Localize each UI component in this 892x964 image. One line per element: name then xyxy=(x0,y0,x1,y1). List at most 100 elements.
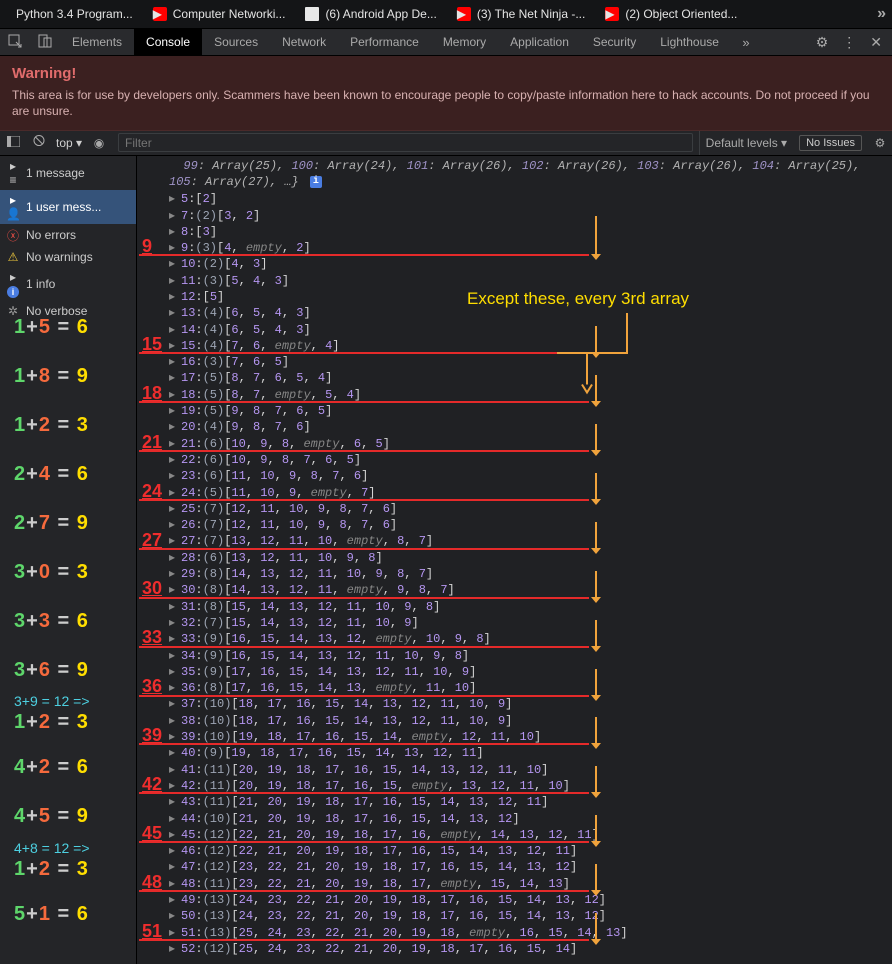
console-row[interactable]: ▸50: (13) [24, 23, 22, 21, 20, 19, 18, 1… xyxy=(169,908,892,924)
console-row[interactable]: ▸52: (12) [25, 24, 23, 22, 21, 20, 19, 1… xyxy=(169,941,892,957)
info-badge-icon[interactable]: i xyxy=(310,176,322,188)
console-row[interactable]: ▸17: (5) [8, 7, 6, 5, 4] xyxy=(169,370,892,386)
console-row[interactable]: ▸37: (10) [18, 17, 16, 15, 14, 13, 12, 1… xyxy=(169,696,892,712)
console-row[interactable]: ▸32: (7) [15, 14, 13, 12, 11, 10, 9] xyxy=(169,615,892,631)
console-row[interactable]: ▸51: (13) [25, 24, 23, 22, 21, 20, 19, 1… xyxy=(169,925,892,941)
panel-tab-elements[interactable]: Elements xyxy=(60,29,134,55)
console-row[interactable]: ▸23: (6) [11, 10, 9, 8, 7, 6] xyxy=(169,468,892,484)
issues-button[interactable]: No Issues xyxy=(799,135,862,151)
console-row[interactable]: ▸12: [5] xyxy=(169,289,892,305)
console-row[interactable]: ▸20: (4) [9, 8, 7, 6] xyxy=(169,419,892,435)
console-row[interactable]: ▸9: (3) [4, empty, 2] xyxy=(169,240,892,256)
console-row[interactable]: ▸22: (6) [10, 9, 8, 7, 6, 5] xyxy=(169,452,892,468)
user-message-icon: ▸ 👤 xyxy=(6,193,20,221)
sidebar-label: 1 user mess... xyxy=(26,200,101,214)
sidebar-toggle-icon[interactable] xyxy=(0,136,26,150)
gear-icon[interactable]: ⚙ xyxy=(816,34,829,51)
panel-tab-network[interactable]: Network xyxy=(270,29,338,55)
browser-tab[interactable]: Python 3.4 Program... xyxy=(6,7,143,21)
console-row[interactable]: ▸43: (11) [21, 20, 19, 18, 17, 16, 15, 1… xyxy=(169,794,892,810)
console-row[interactable]: ▸10: (2) [4, 3] xyxy=(169,256,892,272)
panel-overflow-icon[interactable]: » xyxy=(731,35,761,50)
browser-tab[interactable]: (6) Android App De... xyxy=(295,7,446,21)
console-row[interactable]: ▸44: (10) [21, 20, 19, 18, 17, 16, 15, 1… xyxy=(169,811,892,827)
console-row[interactable]: ▸33: (9) [16, 15, 14, 13, 12, empty, 10,… xyxy=(169,631,892,647)
context-selector[interactable]: top ▾ xyxy=(52,136,86,150)
console-row[interactable]: ▸24: (5) [11, 10, 9, empty, 7] xyxy=(169,485,892,501)
console-row[interactable]: ▸29: (8) [14, 13, 12, 11, 10, 9, 8, 7] xyxy=(169,566,892,582)
console-row[interactable]: ▸7: (2) [3, 2] xyxy=(169,208,892,224)
panel-tab-performance[interactable]: Performance xyxy=(338,29,431,55)
console-row[interactable]: ▸38: (10) [18, 17, 16, 15, 14, 13, 12, 1… xyxy=(169,713,892,729)
panel-tab-console[interactable]: Console xyxy=(134,29,202,55)
equation-annotation: 1+2 = 3 xyxy=(14,711,89,734)
panel-tab-memory[interactable]: Memory xyxy=(431,29,498,55)
equation-annotation: 1+2 = 3 xyxy=(14,858,89,881)
equation-annotation: 4+2 = 6 xyxy=(14,756,89,779)
console-row[interactable]: ▸27: (7) [13, 12, 11, 10, empty, 8, 7] xyxy=(169,533,892,549)
sidebar-row[interactable]: ⓧNo errors xyxy=(0,224,136,247)
info-icon: ▸ i xyxy=(6,270,20,298)
close-icon[interactable]: ✕ xyxy=(870,34,882,51)
console-row[interactable]: ▸14: (4) [6, 5, 4, 3] xyxy=(169,322,892,338)
sidebar-row[interactable]: ▸ i1 info xyxy=(0,267,136,301)
console-row[interactable]: ▸11: (3) [5, 4, 3] xyxy=(169,273,892,289)
console-row[interactable]: ▸25: (7) [12, 11, 10, 9, 8, 7, 6] xyxy=(169,501,892,517)
console-row[interactable]: ▸35: (9) [17, 16, 15, 14, 13, 12, 11, 10… xyxy=(169,664,892,680)
filter-input[interactable] xyxy=(118,133,693,152)
console-row[interactable]: ▸5: [2] xyxy=(169,191,892,207)
object-header: 99: Array(25), 100: Array(24), 101: Arra… xyxy=(169,156,892,192)
equation-annotation: 2+7 = 9 xyxy=(14,512,89,535)
levels-dropdown[interactable]: Default levels ▾ xyxy=(699,131,793,155)
sidebar-row[interactable]: ⚠No warnings xyxy=(0,247,136,267)
sidebar-row[interactable]: ▸ ≡1 message xyxy=(0,156,136,190)
console-row[interactable]: ▸30: (8) [14, 13, 12, 11, empty, 9, 8, 7… xyxy=(169,582,892,598)
equation-annotation: 5+1 = 6 xyxy=(14,903,89,926)
console-rows: ▸5: [2]▸7: (2) [3, 2]▸8: [3]▸9: (3) [4, … xyxy=(169,191,892,957)
sidebar-row[interactable]: ▸ 👤 1 user mess... xyxy=(0,190,136,224)
clear-console-icon[interactable]: 🛇 xyxy=(26,132,52,153)
console-row[interactable]: ▸26: (7) [12, 11, 10, 9, 8, 7, 6] xyxy=(169,517,892,533)
console-row[interactable]: ▸28: (6) [13, 12, 11, 10, 9, 8] xyxy=(169,550,892,566)
console-row[interactable]: ▸40: (9) [19, 18, 17, 16, 15, 14, 13, 12… xyxy=(169,745,892,761)
console-row[interactable]: ▸15: (4) [7, 6, empty, 4] xyxy=(169,338,892,354)
device-toggle-icon[interactable] xyxy=(30,34,60,51)
console-row[interactable]: ▸46: (12) [22, 21, 20, 19, 18, 17, 16, 1… xyxy=(169,843,892,859)
console-row[interactable]: ▸34: (9) [16, 15, 14, 13, 12, 11, 10, 9,… xyxy=(169,648,892,664)
equation-annotation: 3+6 = 9 xyxy=(14,659,89,682)
panel-tab-sources[interactable]: Sources xyxy=(202,29,270,55)
tab-label: (2) Object Oriented... xyxy=(625,7,737,21)
console-row[interactable]: ▸21: (6) [10, 9, 8, empty, 6, 5] xyxy=(169,436,892,452)
console-row[interactable]: ▸48: (11) [23, 22, 21, 20, 19, 18, 17, e… xyxy=(169,876,892,892)
more-icon[interactable]: ⋮ xyxy=(842,34,856,51)
console-row[interactable]: ▸8: [3] xyxy=(169,224,892,240)
tabs-overflow-icon[interactable]: » xyxy=(877,5,886,23)
panel-tab-application[interactable]: Application xyxy=(498,29,581,55)
browser-tab[interactable]: ▶Computer Networki... xyxy=(143,7,296,21)
console-row[interactable]: ▸31: (8) [15, 14, 13, 12, 11, 10, 9, 8] xyxy=(169,599,892,615)
inspect-icon[interactable] xyxy=(0,34,30,51)
console-row[interactable]: ▸42: (11) [20, 19, 18, 17, 16, 15, empty… xyxy=(169,778,892,794)
console-row[interactable]: ▸13: (4) [6, 5, 4, 3] xyxy=(169,305,892,321)
warning-body: This area is for use by developers only.… xyxy=(12,87,880,119)
console-row[interactable]: ▸41: (11) [20, 19, 18, 17, 16, 15, 14, 1… xyxy=(169,762,892,778)
message-icon: ▸ ≡ xyxy=(6,159,20,187)
console-row[interactable]: ▸19: (5) [9, 8, 7, 6, 5] xyxy=(169,403,892,419)
console-row[interactable]: ▸18: (5) [8, 7, empty, 5, 4] xyxy=(169,387,892,403)
equation-annotation: 3+0 = 3 xyxy=(14,561,89,584)
console-row[interactable]: ▸16: (3) [7, 6, 5] xyxy=(169,354,892,370)
browser-tab[interactable]: ▶(3) The Net Ninja -... xyxy=(447,7,595,21)
panel-tab-security[interactable]: Security xyxy=(581,29,648,55)
console-row[interactable]: ▸39: (10) [19, 18, 17, 16, 15, 14, empty… xyxy=(169,729,892,745)
console-row[interactable]: ▸36: (8) [17, 16, 15, 14, 13, empty, 11,… xyxy=(169,680,892,696)
console-row[interactable]: ▸49: (13) [24, 23, 22, 21, 20, 19, 18, 1… xyxy=(169,892,892,908)
browser-tab[interactable]: ▶(2) Object Oriented... xyxy=(595,7,747,21)
equation-annotation: 1+8 = 9 xyxy=(14,365,89,388)
console-row[interactable]: ▸47: (12) [23, 22, 21, 20, 19, 18, 17, 1… xyxy=(169,859,892,875)
console-settings-icon[interactable]: ⚙ xyxy=(868,136,892,150)
tab-label: (3) The Net Ninja -... xyxy=(477,7,585,21)
eye-icon[interactable]: ◉ xyxy=(86,136,112,150)
console-row[interactable]: ▸45: (12) [22, 21, 20, 19, 18, 17, 16, e… xyxy=(169,827,892,843)
panel-tab-lighthouse[interactable]: Lighthouse xyxy=(648,29,731,55)
youtube-icon: ▶ xyxy=(153,7,167,21)
